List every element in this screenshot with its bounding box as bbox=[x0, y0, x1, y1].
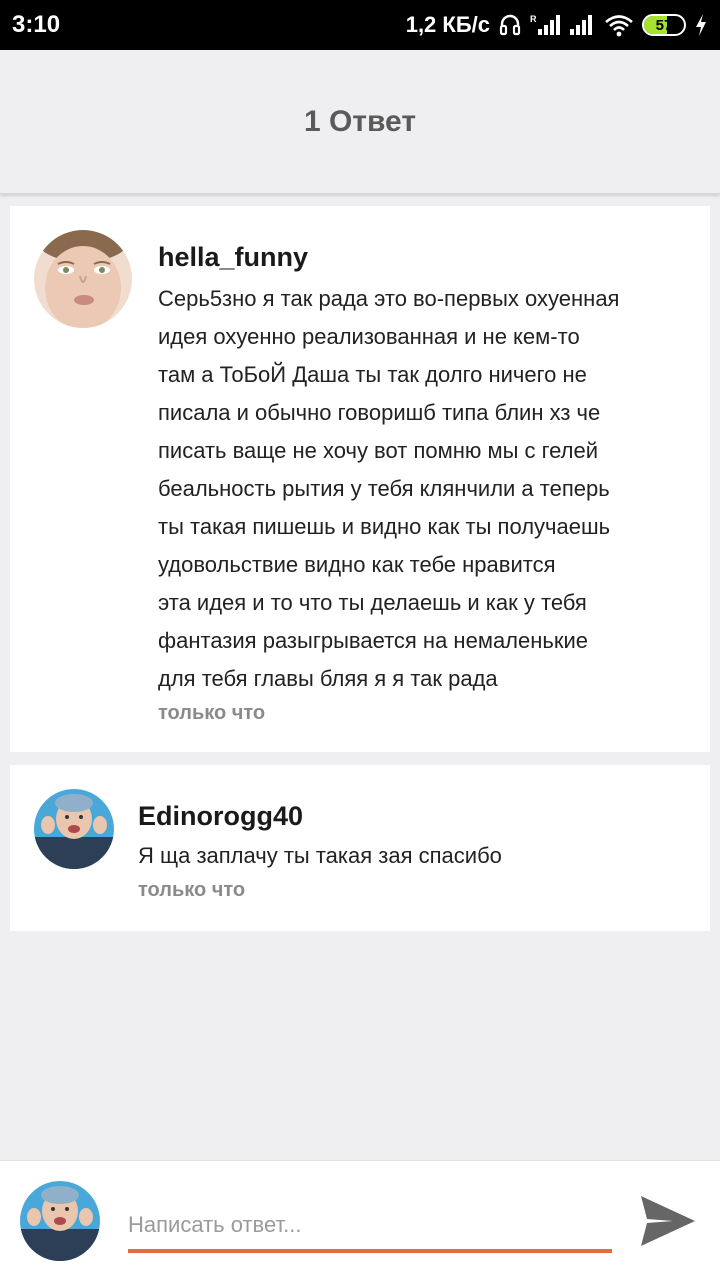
comment-card[interactable]: hella_funny Серь5зно я так рада это во-п… bbox=[10, 206, 710, 752]
comment-line: писала и обычно говоришб типа блин хз че bbox=[158, 400, 601, 425]
header: 1 Ответ bbox=[0, 50, 720, 194]
username[interactable]: hella_funny bbox=[158, 240, 696, 274]
comment-line: ты такая пишешь и видно как ты получаешь bbox=[158, 514, 611, 539]
comment-content: Edinorogg40 Я ща заплачу ты такая зая сп… bbox=[138, 799, 696, 903]
comment-line: эта идея и то что ты делаешь и как у теб… bbox=[158, 590, 587, 615]
comment-line: удовольствие видно как тебе нравится bbox=[158, 552, 556, 577]
comment-line: фантазия разыгрывается на немаленькие bbox=[158, 628, 589, 653]
comment-line: идея охуенно реализованная и не кем-то bbox=[158, 324, 580, 349]
page-title: 1 Ответ bbox=[303, 104, 417, 138]
reply-input[interactable] bbox=[128, 1201, 612, 1253]
status-icons: 1,2 КБ/с R 57 bbox=[406, 12, 708, 38]
comment-content: hella_funny Серь5зно я так рада это во-п… bbox=[158, 240, 696, 726]
comment-text: Серь5зно я так рада это во-первых охуенн… bbox=[158, 280, 696, 698]
comment-card[interactable]: Edinorogg40 Я ща заплачу ты такая зая сп… bbox=[10, 765, 710, 931]
reply-bar bbox=[0, 1160, 720, 1280]
comment-line: Я ща заплачу ты такая зая спасибо bbox=[138, 843, 502, 868]
send-button[interactable] bbox=[636, 1189, 700, 1253]
battery-level: 57 bbox=[655, 16, 673, 34]
avatar bbox=[20, 1181, 100, 1261]
comment-line: Серь5зно я так рада это во-первых охуенн… bbox=[158, 286, 620, 311]
comment-line: там а ТоБоЙ Даша ты так долго ничего не bbox=[158, 362, 587, 387]
comment-text: Я ща заплачу ты такая зая спасибо bbox=[138, 837, 696, 875]
comment-line: для тебя главы бляя я я так рада bbox=[158, 666, 498, 691]
username[interactable]: Edinorogg40 bbox=[138, 799, 696, 833]
svg-text:R: R bbox=[530, 14, 537, 24]
headphones-icon bbox=[498, 13, 522, 37]
signal-icon bbox=[568, 13, 596, 37]
avatar[interactable] bbox=[34, 789, 114, 869]
avatar[interactable] bbox=[34, 230, 132, 328]
comment-line: писать ваще не хочу вот помню мы с гелей bbox=[158, 438, 599, 463]
comment-timestamp: только что bbox=[138, 879, 246, 901]
network-speed: 1,2 КБ/с bbox=[405, 12, 490, 37]
send-icon bbox=[641, 1196, 695, 1246]
comment-line: беальность рытия у тебя клянчили а тепер… bbox=[158, 476, 610, 501]
comment-timestamp: только что bbox=[158, 702, 266, 724]
battery-icon: 57 bbox=[642, 14, 686, 36]
status-bar: 3:10 1,2 КБ/с R 57 bbox=[0, 0, 720, 50]
signal-icon: R bbox=[530, 13, 560, 37]
charging-icon bbox=[694, 13, 708, 37]
wifi-icon bbox=[604, 13, 634, 37]
status-time: 3:10 bbox=[12, 11, 61, 38]
